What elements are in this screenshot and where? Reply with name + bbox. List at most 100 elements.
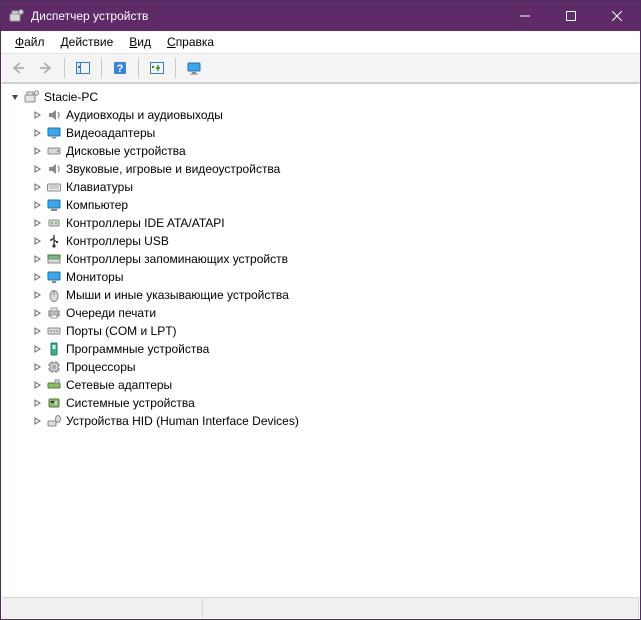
- tree-root[interactable]: Stacie-PC: [6, 88, 639, 106]
- tree-category-label: Очереди печати: [66, 304, 156, 322]
- chevron-right-icon[interactable]: [30, 414, 44, 428]
- chevron-right-icon[interactable]: [30, 162, 44, 176]
- tree-category-label: Устройства HID (Human Interface Devices): [66, 412, 299, 430]
- chevron-right-icon[interactable]: [30, 180, 44, 194]
- minimize-button[interactable]: [502, 1, 548, 31]
- chevron-right-icon[interactable]: [30, 144, 44, 158]
- tree-category[interactable]: Процессоры: [6, 358, 639, 376]
- menubar: Файл Действие Вид Справка: [1, 31, 640, 54]
- tree-category[interactable]: Видеоадаптеры: [6, 124, 639, 142]
- device-tree-area[interactable]: Stacie-PCАудиовходы и аудиовыходыВидеоад…: [2, 83, 639, 597]
- chevron-right-icon[interactable]: [30, 108, 44, 122]
- tree-category-label: Компьютер: [66, 196, 128, 214]
- toolbar-separator: [138, 58, 139, 78]
- tree-category[interactable]: Контроллеры IDE ATA/ATAPI: [6, 214, 639, 232]
- tree-category-label: Видеоадаптеры: [66, 124, 155, 142]
- audio-icon: [46, 161, 62, 177]
- app-icon: [9, 8, 25, 24]
- nav-forward-button[interactable]: [33, 55, 59, 81]
- software-icon: [46, 341, 62, 357]
- toolbar-separator: [175, 58, 176, 78]
- chevron-right-icon[interactable]: [30, 270, 44, 284]
- chevron-right-icon[interactable]: [30, 288, 44, 302]
- tree-category[interactable]: Очереди печати: [6, 304, 639, 322]
- tree-category[interactable]: Устройства HID (Human Interface Devices): [6, 412, 639, 430]
- menu-help[interactable]: Справка: [159, 33, 222, 51]
- menu-view[interactable]: Вид: [121, 33, 159, 51]
- tree-category[interactable]: Дисковые устройства: [6, 142, 639, 160]
- tree-category[interactable]: Контроллеры запоминающих устройств: [6, 250, 639, 268]
- chevron-right-icon[interactable]: [30, 306, 44, 320]
- tree-category[interactable]: Системные устройства: [6, 394, 639, 412]
- tree-category[interactable]: Порты (COM и LPT): [6, 322, 639, 340]
- chevron-right-icon[interactable]: [30, 396, 44, 410]
- system-icon: [46, 395, 62, 411]
- cpu-icon: [46, 359, 62, 375]
- menu-action[interactable]: Действие: [53, 33, 122, 51]
- tree-category-label: Контроллеры запоминающих устройств: [66, 250, 288, 268]
- chevron-right-icon[interactable]: [30, 378, 44, 392]
- tree-category-label: Мыши и иные указывающие устройства: [66, 286, 289, 304]
- tree-category[interactable]: Клавиатуры: [6, 178, 639, 196]
- window-title: Диспетчер устройств: [31, 9, 502, 23]
- mouse-icon: [46, 287, 62, 303]
- svg-text:?: ?: [117, 63, 124, 75]
- tree-category-label: Дисковые устройства: [66, 142, 186, 160]
- disk-icon: [46, 143, 62, 159]
- show-hide-tree-button[interactable]: [70, 55, 96, 81]
- tree-category-label: Аудиовходы и аудиовыходы: [66, 106, 223, 124]
- scan-hardware-button[interactable]: [144, 55, 170, 81]
- window-controls: [502, 1, 640, 31]
- chevron-down-icon[interactable]: [8, 90, 22, 104]
- statusbar: [2, 597, 639, 618]
- chevron-right-icon[interactable]: [30, 360, 44, 374]
- tree-category[interactable]: Контроллеры USB: [6, 232, 639, 250]
- computer-icon: [46, 197, 62, 213]
- chevron-right-icon[interactable]: [30, 126, 44, 140]
- chevron-right-icon[interactable]: [30, 252, 44, 266]
- toolbar: ?: [1, 54, 640, 83]
- device-tree: Stacie-PCАудиовходы и аудиовыходыВидеоад…: [2, 84, 639, 434]
- help-button[interactable]: ?: [107, 55, 133, 81]
- usb-icon: [46, 233, 62, 249]
- computer-icon: [24, 89, 40, 105]
- tree-category-label: Контроллеры USB: [66, 232, 169, 250]
- tree-category-label: Процессоры: [66, 358, 136, 376]
- menu-file[interactable]: Файл: [7, 33, 53, 51]
- device-manager-window: Диспетчер устройств Файл Действие Вид Сп…: [0, 0, 641, 620]
- close-button[interactable]: [594, 1, 640, 31]
- tree-category-label: Мониторы: [66, 268, 123, 286]
- tree-category-label: Сетевые адаптеры: [66, 376, 172, 394]
- ports-icon: [46, 323, 62, 339]
- tree-category[interactable]: Компьютер: [6, 196, 639, 214]
- maximize-button[interactable]: [548, 1, 594, 31]
- monitor-button[interactable]: [181, 55, 207, 81]
- chevron-right-icon[interactable]: [30, 324, 44, 338]
- tree-category[interactable]: Аудиовходы и аудиовыходы: [6, 106, 639, 124]
- toolbar-separator: [101, 58, 102, 78]
- chevron-right-icon[interactable]: [30, 198, 44, 212]
- tree-root-label: Stacie-PC: [44, 88, 98, 106]
- tree-category-label: Звуковые, игровые и видеоустройства: [66, 160, 280, 178]
- toolbar-separator: [64, 58, 65, 78]
- display-icon: [46, 125, 62, 141]
- tree-category-label: Порты (COM и LPT): [66, 322, 177, 340]
- tree-category-label: Программные устройства: [66, 340, 209, 358]
- audio-icon: [46, 107, 62, 123]
- network-icon: [46, 377, 62, 393]
- chevron-right-icon[interactable]: [30, 216, 44, 230]
- tree-category[interactable]: Звуковые, игровые и видеоустройства: [6, 160, 639, 178]
- ide-icon: [46, 215, 62, 231]
- chevron-right-icon[interactable]: [30, 234, 44, 248]
- titlebar: Диспетчер устройств: [1, 1, 640, 31]
- printer-icon: [46, 305, 62, 321]
- tree-category-label: Контроллеры IDE ATA/ATAPI: [66, 214, 225, 232]
- tree-category[interactable]: Мыши и иные указывающие устройства: [6, 286, 639, 304]
- hid-icon: [46, 413, 62, 429]
- tree-category[interactable]: Мониторы: [6, 268, 639, 286]
- nav-back-button[interactable]: [5, 55, 31, 81]
- chevron-right-icon[interactable]: [30, 342, 44, 356]
- tree-category-label: Системные устройства: [66, 394, 195, 412]
- tree-category[interactable]: Программные устройства: [6, 340, 639, 358]
- tree-category[interactable]: Сетевые адаптеры: [6, 376, 639, 394]
